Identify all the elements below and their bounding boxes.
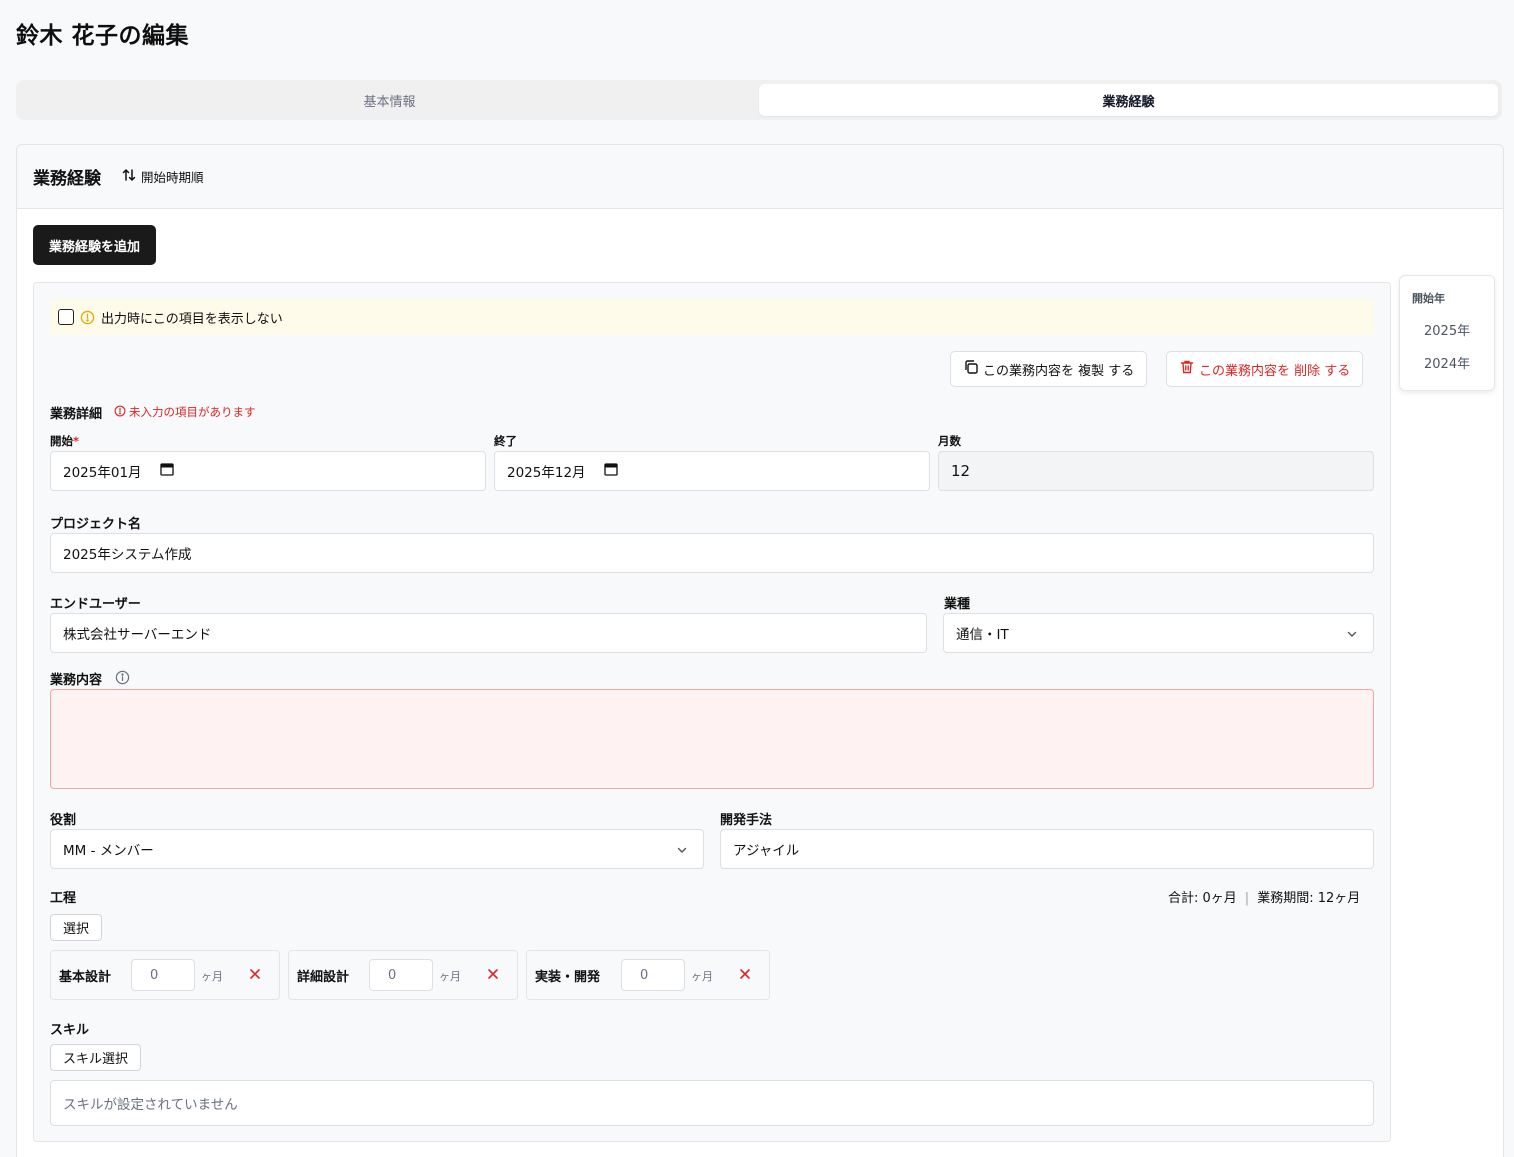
start-date-input[interactable]: 2025年01月	[50, 451, 486, 491]
skill-select-button[interactable]: スキル選択	[50, 1044, 142, 1071]
info-icon[interactable]	[115, 670, 130, 685]
start-label-text: 開始	[50, 434, 73, 448]
warning-icon	[80, 310, 95, 325]
role-label: 役割	[50, 813, 77, 828]
work-experience-card: 業務経験 開始時期順 業務経験を追加 出力時にこの項目を表示しない この業務内容…	[16, 144, 1504, 1157]
process-name: 実装・開発	[535, 969, 601, 985]
tab-basic-info[interactable]: 基本情報	[20, 84, 759, 116]
project-name-input[interactable]: 2025年システム作成	[50, 533, 1374, 573]
error-icon	[114, 405, 126, 420]
process-period: 業務期間: 12ヶ月	[1257, 891, 1361, 906]
details-error: 未入力の項目があります	[114, 404, 256, 420]
process-item: 詳細設計 0 ヶ月	[288, 950, 518, 1000]
process-item: 基本設計 0 ヶ月	[50, 950, 280, 1000]
process-months-input[interactable]: 0	[369, 959, 433, 991]
process-label: 工程	[50, 891, 77, 906]
end-user-label: エンドユーザー	[50, 597, 141, 612]
duplicate-entry-button[interactable]: この業務内容を 複製 する	[950, 351, 1148, 387]
sort-icon	[121, 167, 137, 186]
summary-separator: |	[1244, 891, 1250, 906]
industry-value: 通信・IT	[956, 627, 1009, 643]
work-content-textarea[interactable]	[50, 689, 1374, 789]
hide-on-output-label: 出力時にこの項目を表示しない	[101, 311, 283, 327]
calendar-icon	[142, 462, 174, 480]
calendar-icon	[586, 462, 618, 480]
role-value: MM - メンバー	[63, 843, 154, 859]
details-label: 業務詳細	[50, 407, 103, 422]
process-months-input[interactable]: 0	[131, 959, 195, 991]
hide-on-output-checkbox[interactable]	[58, 309, 74, 325]
add-work-experience-button[interactable]: 業務経験を追加	[33, 225, 157, 265]
details-error-text: 未入力の項目があります	[129, 405, 256, 419]
page-title: 鈴木 花子の編集	[16, 23, 190, 49]
start-date-value: 2025年01月	[63, 465, 142, 481]
role-select[interactable]: MM - メンバー	[50, 829, 704, 869]
months-field: 12	[938, 451, 1374, 491]
trash-icon	[1179, 359, 1195, 379]
method-input[interactable]: アジャイル	[720, 829, 1374, 869]
process-unit: ヶ月	[691, 970, 713, 983]
end-date-value: 2025年12月	[507, 465, 586, 481]
remove-process-icon[interactable]	[737, 966, 753, 982]
tab-bar: 基本情報 業務経験	[16, 80, 1502, 120]
process-name: 基本設計	[59, 969, 112, 985]
industry-label: 業種	[944, 597, 971, 612]
remove-process-icon[interactable]	[485, 966, 501, 982]
tab-work-experience[interactable]: 業務経験	[759, 84, 1498, 116]
process-unit: ヶ月	[439, 970, 461, 983]
sort-button[interactable]: 開始時期順	[121, 167, 204, 186]
start-label: 開始*	[50, 433, 79, 449]
card-header: 業務経験 開始時期順	[17, 145, 1503, 209]
months-label: 月数	[938, 434, 961, 448]
start-year-nav: 開始年 2025年 2024年	[1399, 275, 1495, 391]
section-title: 業務経験	[33, 169, 101, 189]
hide-on-output-bar: 出力時にこの項目を表示しない	[50, 299, 1374, 335]
delete-entry-label: この業務内容を 削除 する	[1199, 363, 1351, 379]
method-label: 開発手法	[720, 813, 773, 828]
process-summary: 合計: 0ヶ月 | 業務期間: 12ヶ月	[1168, 887, 1360, 906]
project-label: プロジェクト名	[50, 517, 142, 532]
delete-entry-button[interactable]: この業務内容を 削除 する	[1166, 351, 1364, 387]
year-nav-item-2025[interactable]: 2025年	[1412, 320, 1482, 339]
process-months-input[interactable]: 0	[621, 959, 685, 991]
process-total: 合計: 0ヶ月	[1168, 891, 1237, 906]
process-unit: ヶ月	[201, 970, 223, 983]
end-label: 終了	[494, 434, 517, 448]
process-item: 実装・開発 0 ヶ月	[526, 950, 770, 1000]
industry-select[interactable]: 通信・IT	[943, 613, 1374, 653]
work-content-label: 業務内容	[50, 673, 103, 688]
year-nav-item-2024[interactable]: 2024年	[1412, 353, 1482, 372]
copy-icon	[963, 359, 979, 379]
sort-label: 開始時期順	[141, 170, 204, 185]
end-date-input[interactable]: 2025年12月	[494, 451, 930, 491]
skills-empty-state: スキルが設定されていません	[50, 1080, 1374, 1126]
duplicate-entry-label: この業務内容を 複製 する	[983, 363, 1135, 379]
work-experience-entry: 出力時にこの項目を表示しない この業務内容を 複製 する この業務内容を 削除 …	[33, 282, 1391, 1142]
required-mark: *	[73, 434, 80, 448]
process-name: 詳細設計	[297, 969, 350, 985]
skills-label: スキル	[50, 1023, 90, 1038]
end-user-input[interactable]: 株式会社サーバーエンド	[50, 613, 927, 653]
year-nav-title: 開始年	[1412, 292, 1445, 305]
process-select-button[interactable]: 選択	[50, 914, 103, 941]
remove-process-icon[interactable]	[247, 966, 263, 982]
